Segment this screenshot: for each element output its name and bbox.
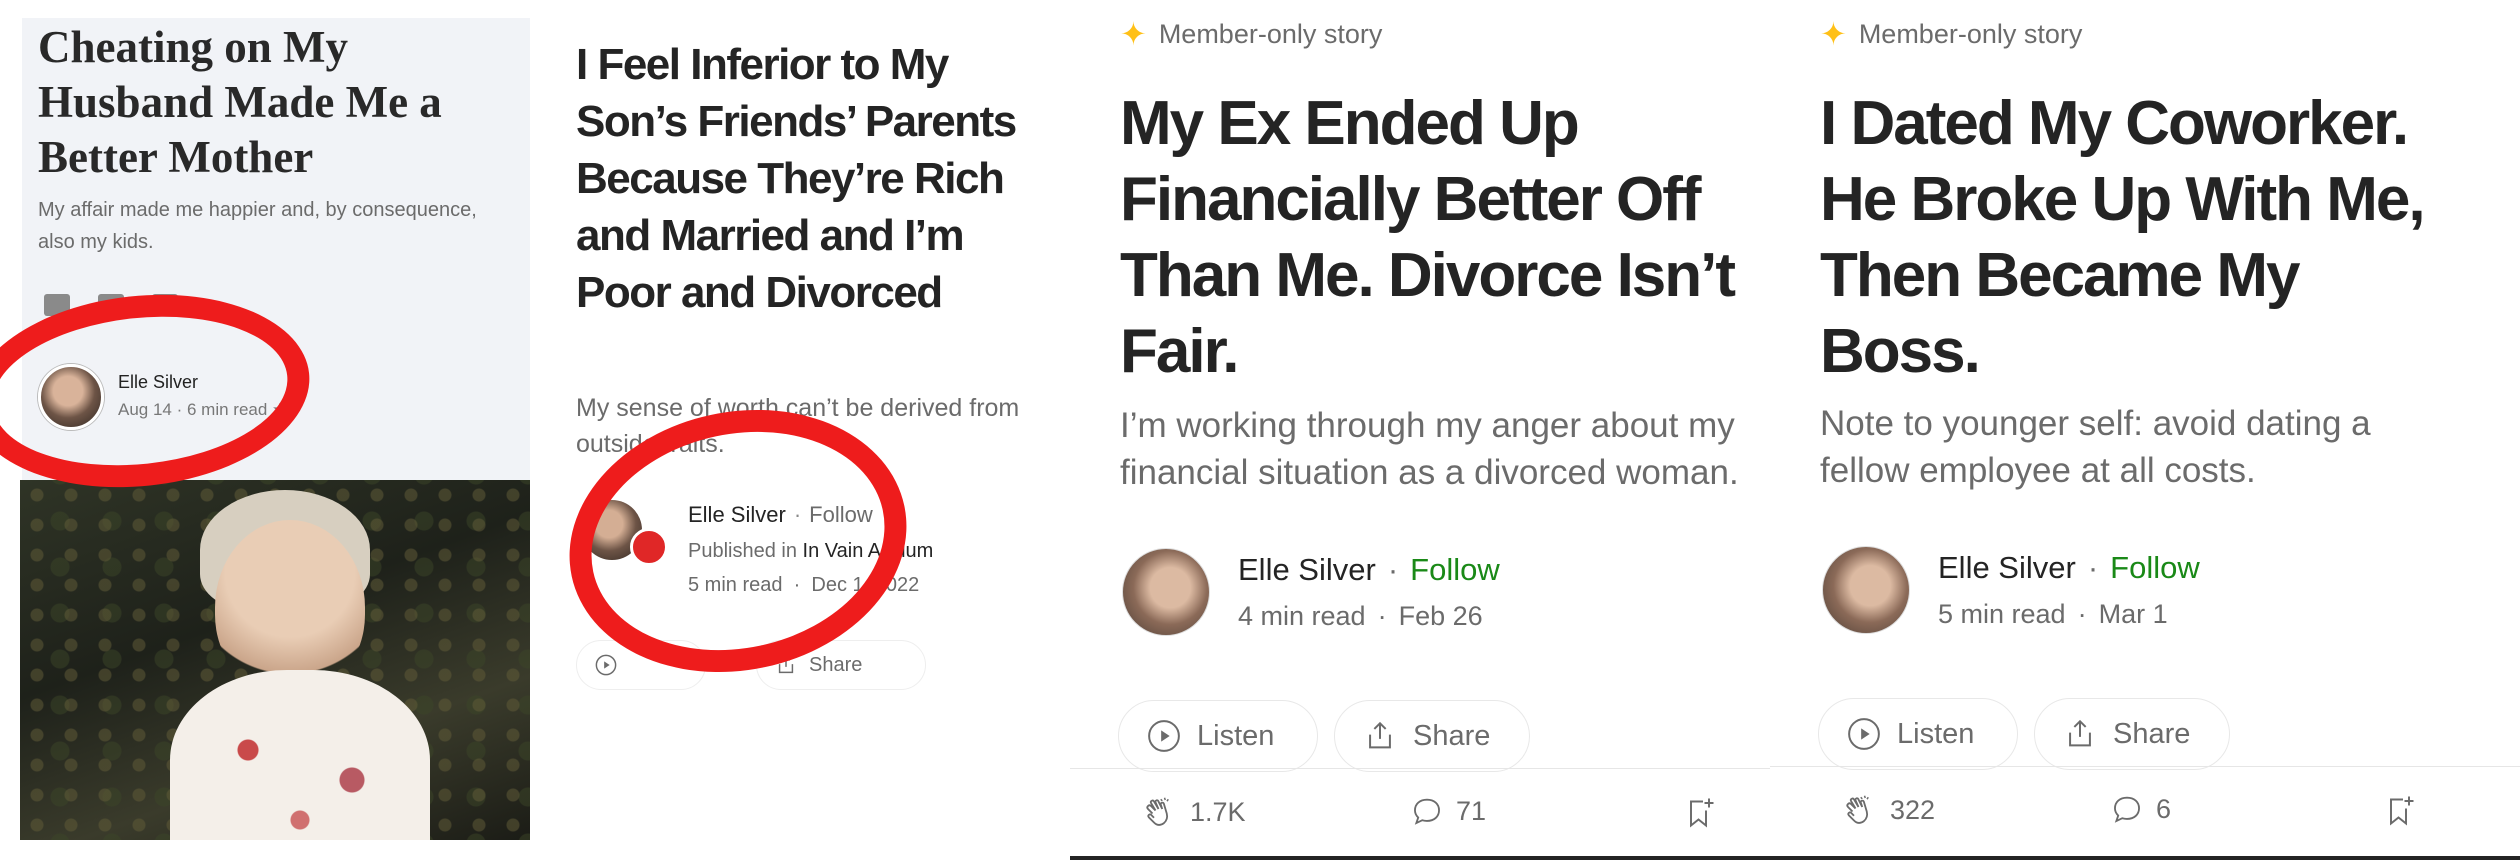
play-icon	[1848, 718, 1880, 750]
bookmark-add-icon	[1690, 798, 1714, 828]
share-button[interactable]: Share	[2034, 698, 2230, 770]
save-button[interactable]	[1682, 794, 1718, 830]
story-screenshot-1: Cheating on My Husband Made Me a Better …	[0, 0, 540, 860]
separator-dot: ·	[2077, 599, 2087, 629]
response-count: 6	[2156, 793, 2172, 824]
story-hero-image	[20, 480, 530, 840]
response-icon	[2114, 796, 2140, 823]
share-button[interactable]: Share	[1334, 700, 1530, 772]
bookmark-add-icon	[2390, 796, 2414, 826]
photo-face	[215, 520, 365, 695]
publish-date: Feb 26	[1398, 601, 1483, 631]
publish-date: Mar 1	[2098, 599, 2168, 629]
story-meta: 5 min read · Mar 1	[1938, 599, 2168, 630]
clap-icon	[1146, 797, 1169, 826]
author-avatar[interactable]	[1822, 546, 1910, 634]
member-only-label: Member-only story	[1158, 18, 1383, 49]
action-bar-divider	[1070, 768, 1770, 769]
action-bar-divider	[1770, 766, 2520, 767]
separator-dot: ·	[2087, 550, 2099, 585]
clap-button[interactable]: 1.7K	[1142, 794, 1246, 830]
story-action-bar: 322 6	[1770, 768, 2520, 858]
share-label: Share	[2113, 717, 2191, 750]
author-line: Elle Silver · Follow	[1938, 550, 2200, 586]
story-subtitle: Note to younger self: avoid dating a fel…	[1820, 404, 2371, 490]
author-avatar[interactable]	[1122, 548, 1210, 636]
listen-button[interactable]: Listen	[1118, 700, 1318, 772]
author-name[interactable]: Elle Silver	[1238, 552, 1376, 587]
separator-dot: ·	[1377, 601, 1387, 631]
read-time: 4 min read	[1238, 601, 1366, 631]
story-action-bar: 1.7K 71	[1070, 770, 1770, 860]
author-name[interactable]: Elle Silver	[1938, 550, 2076, 585]
member-only-badge: ✦ Member-only story	[1120, 18, 1382, 50]
responses-button[interactable]: 6	[2110, 792, 2171, 826]
star-icon: ✦	[1120, 16, 1147, 52]
story-title[interactable]: Cheating on My Husband Made Me a Better …	[38, 20, 508, 185]
story-title[interactable]: I Feel Inferior to My Son’s Friends’ Par…	[576, 36, 1056, 321]
author-line: Elle Silver · Follow	[1238, 552, 1500, 588]
response-icon	[1414, 798, 1440, 825]
follow-link[interactable]: Follow	[1410, 552, 1500, 587]
story-title[interactable]: I Dated My Coworker. He Broke Up With Me…	[1820, 86, 2460, 390]
member-only-badge: ✦ Member-only story	[1820, 18, 2082, 50]
photo-floral-top	[170, 670, 430, 840]
listen-label: Listen	[1897, 717, 1975, 750]
member-only-label: Member-only story	[1858, 18, 2083, 49]
screen-bottom-edge	[1770, 856, 2520, 860]
follow-link[interactable]: Follow	[2110, 550, 2200, 585]
clap-button[interactable]: 322	[1842, 792, 1935, 828]
clap-icon	[1846, 795, 1869, 824]
screen-bottom-edge	[1070, 856, 1770, 860]
story-subtitle: My affair made me happier and, by conseq…	[38, 199, 477, 253]
listen-button[interactable]: Listen	[1818, 698, 2018, 770]
responses-button[interactable]: 71	[1410, 794, 1486, 828]
story-meta: 4 min read · Feb 26	[1238, 601, 1483, 632]
play-icon	[595, 654, 617, 676]
share-label: Share	[1413, 719, 1491, 752]
story-subtitle: I’m working through my anger about my fi…	[1120, 406, 1739, 492]
story-screenshot-2: I Feel Inferior to My Son’s Friends’ Par…	[540, 0, 1070, 860]
share-icon	[2069, 719, 2091, 747]
listen-label: Listen	[1197, 719, 1275, 752]
story-screenshot-4: ✦ Member-only story I Dated My Coworker.…	[1770, 0, 2520, 860]
play-icon	[1148, 720, 1180, 752]
clap-count: 1.7K	[1190, 796, 1246, 827]
save-button[interactable]	[2382, 792, 2418, 828]
read-time: 5 min read	[1938, 599, 2066, 629]
star-icon: ✦	[1820, 16, 1847, 52]
story-title[interactable]: My Ex Ended Up Financially Better Off Th…	[1120, 86, 1760, 390]
share-icon	[1369, 721, 1391, 749]
separator-dot: ·	[1387, 552, 1399, 587]
share-label: Share	[809, 653, 863, 676]
story-screenshot-3: ✦ Member-only story My Ex Ended Up Finan…	[1070, 0, 1770, 860]
clap-count: 322	[1890, 794, 1936, 825]
response-count: 71	[1456, 795, 1487, 826]
